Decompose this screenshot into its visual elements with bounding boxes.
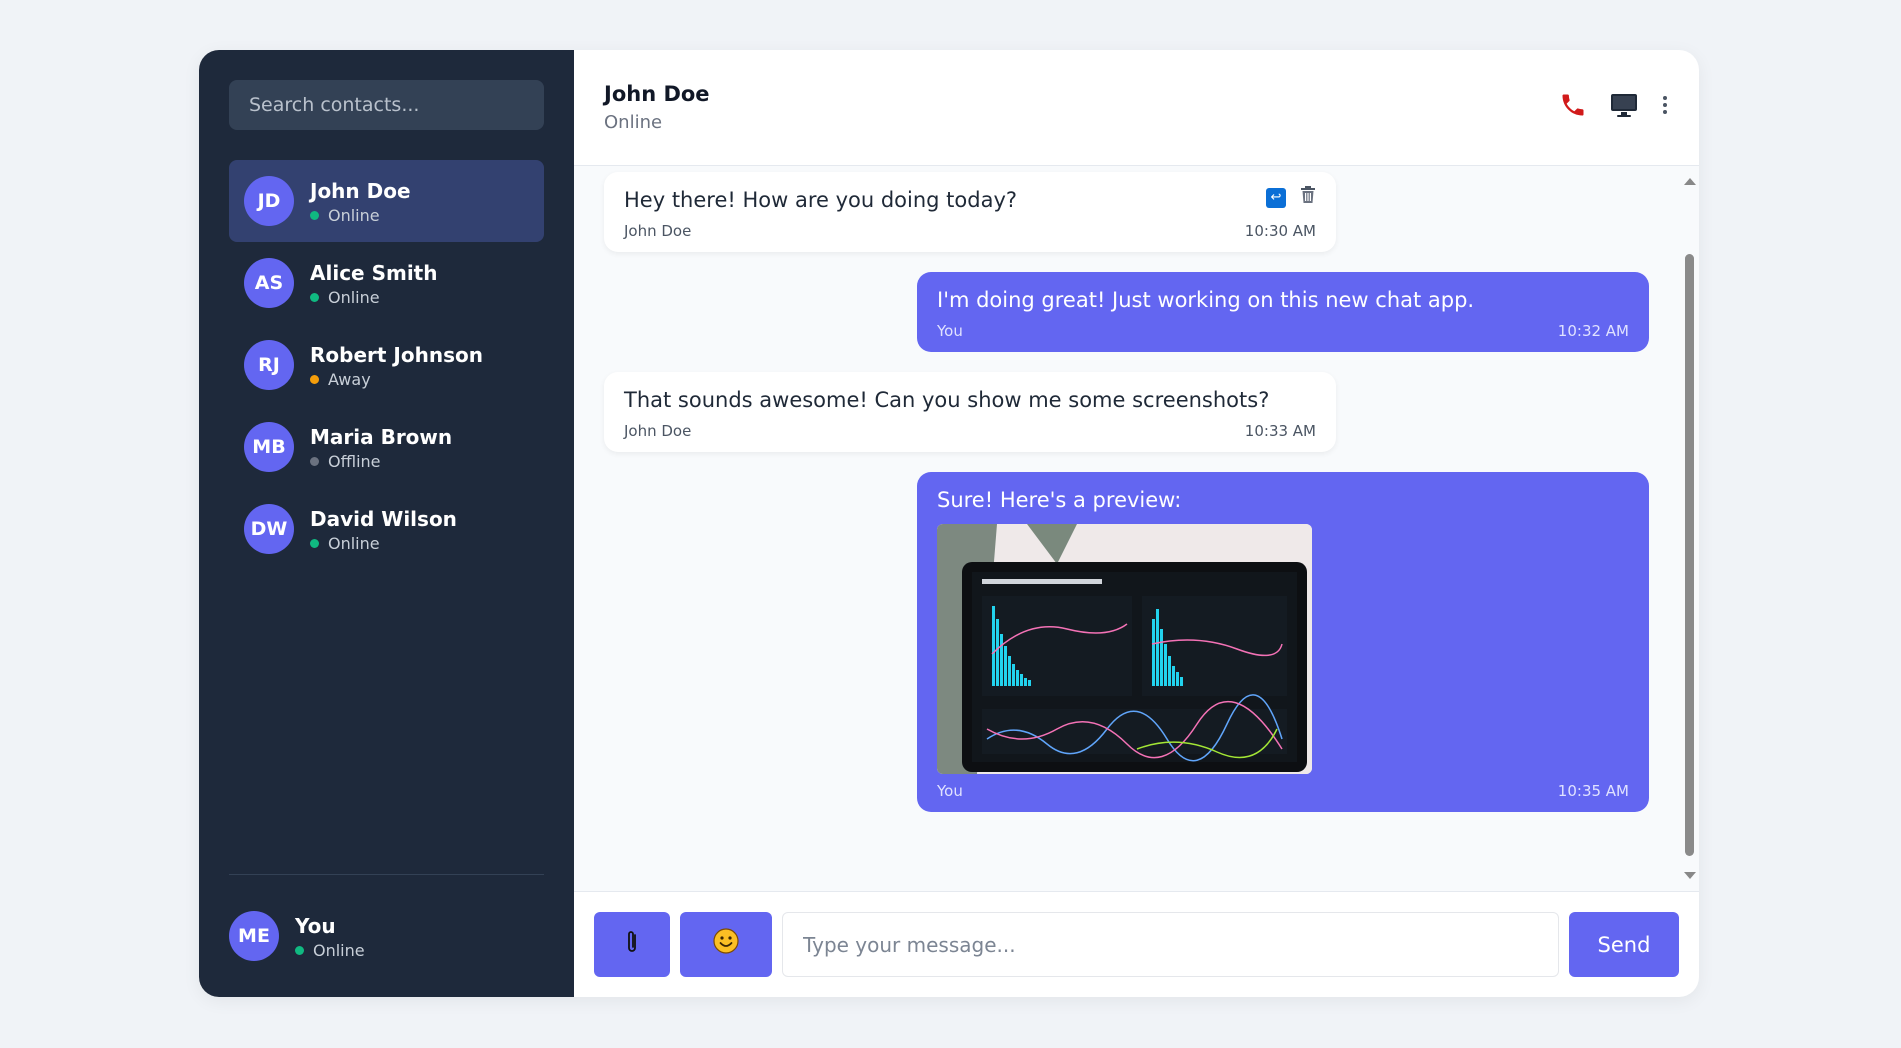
- emoji-button[interactable]: [680, 912, 772, 977]
- contact-status: Online: [328, 533, 380, 553]
- contact-name: Robert Johnson: [310, 342, 483, 367]
- message-input[interactable]: [782, 912, 1559, 977]
- status-dot: [310, 292, 319, 302]
- current-user-panel: ME You Online: [229, 874, 544, 997]
- avatar: MB: [244, 422, 294, 472]
- message-list[interactable]: Hey there! How are you doing today? John…: [574, 166, 1699, 891]
- screen-icon[interactable]: [1609, 92, 1639, 123]
- status-dot: [310, 374, 319, 384]
- attach-button[interactable]: [594, 912, 670, 977]
- scroll-down-arrow-icon[interactable]: [1684, 872, 1696, 879]
- my-avatar[interactable]: ME: [229, 911, 279, 961]
- sidebar: JD John Doe Online AS Alice Smith Online: [199, 50, 574, 997]
- send-button[interactable]: Send: [1569, 912, 1679, 977]
- contact-status: Online: [328, 287, 380, 307]
- paperclip-icon: [625, 929, 639, 961]
- contact-item-alice-smith[interactable]: AS Alice Smith Online: [229, 242, 544, 324]
- contact-status: Offline: [328, 451, 381, 471]
- message-time: 10:30 AM: [1244, 222, 1316, 240]
- message-text: Hey there! How are you doing today?: [624, 188, 1018, 212]
- message-outgoing: I'm doing great! Just working on this ne…: [917, 272, 1649, 352]
- message-text: That sounds awesome! Can you show me som…: [624, 388, 1270, 412]
- status-dot: [295, 945, 304, 955]
- message-time: 10:33 AM: [1244, 422, 1316, 440]
- message-sender: John Doe: [624, 422, 692, 440]
- search-contacts-input[interactable]: [229, 80, 544, 130]
- message-time: 10:35 AM: [1557, 782, 1629, 800]
- message-incoming: That sounds awesome! Can you show me som…: [604, 372, 1336, 452]
- message-time: 10:32 AM: [1557, 322, 1629, 340]
- avatar: DW: [244, 504, 294, 554]
- scrollbar-thumb[interactable]: [1685, 254, 1694, 856]
- contact-name: David Wilson: [310, 506, 457, 531]
- message-outgoing: Sure! Here's a preview: You 10:35 AM: [917, 472, 1649, 812]
- avatar: JD: [244, 176, 294, 226]
- message-incoming: Hey there! How are you doing today? John…: [604, 172, 1336, 252]
- chat-app-window: JD John Doe Online AS Alice Smith Online: [199, 50, 1699, 997]
- my-name: You: [295, 913, 336, 938]
- dashboard-screenshot-image: [937, 524, 1312, 774]
- trash-icon[interactable]: [1300, 186, 1316, 209]
- status-dot: [310, 210, 319, 220]
- message-text: Sure! Here's a preview:: [937, 488, 1182, 512]
- contact-list: JD John Doe Online AS Alice Smith Online: [229, 160, 544, 570]
- message-sender: John Doe: [624, 222, 692, 240]
- message-composer: Send: [574, 891, 1699, 997]
- chat-header: John Doe Online: [574, 50, 1699, 166]
- contact-status: Online: [328, 205, 380, 225]
- status-dot: [310, 456, 319, 466]
- contact-item-david-wilson[interactable]: DW David Wilson Online: [229, 488, 544, 570]
- chat-contact-status: Online: [604, 112, 663, 133]
- reply-icon[interactable]: ↩: [1266, 187, 1286, 208]
- contact-name: Alice Smith: [310, 260, 438, 285]
- message-sender: You: [937, 782, 963, 800]
- chat-panel: John Doe Online Hey there! How are you d…: [574, 50, 1699, 997]
- image-attachment[interactable]: [937, 524, 1312, 774]
- scroll-up-arrow-icon[interactable]: [1684, 178, 1696, 185]
- contact-name: John Doe: [310, 178, 411, 203]
- my-status: Online: [313, 940, 365, 960]
- contact-item-maria-brown[interactable]: MB Maria Brown Offline: [229, 406, 544, 488]
- avatar: AS: [244, 258, 294, 308]
- message-text: I'm doing great! Just working on this ne…: [937, 288, 1475, 312]
- contact-status: Away: [328, 369, 371, 389]
- message-actions: ↩: [1266, 186, 1316, 209]
- contact-name: Maria Brown: [310, 424, 453, 449]
- contact-item-john-doe[interactable]: JD John Doe Online: [229, 160, 544, 242]
- contact-item-robert-johnson[interactable]: RJ Robert Johnson Away: [229, 324, 544, 406]
- more-icon[interactable]: [1661, 94, 1669, 121]
- header-actions: [1559, 91, 1669, 124]
- phone-icon[interactable]: [1559, 91, 1587, 124]
- message-sender: You: [937, 322, 963, 340]
- chat-contact-name: John Doe: [604, 82, 710, 106]
- avatar: RJ: [244, 340, 294, 390]
- message-scrollbar[interactable]: [1679, 166, 1699, 891]
- status-dot: [310, 538, 319, 548]
- smiley-icon: [712, 927, 740, 962]
